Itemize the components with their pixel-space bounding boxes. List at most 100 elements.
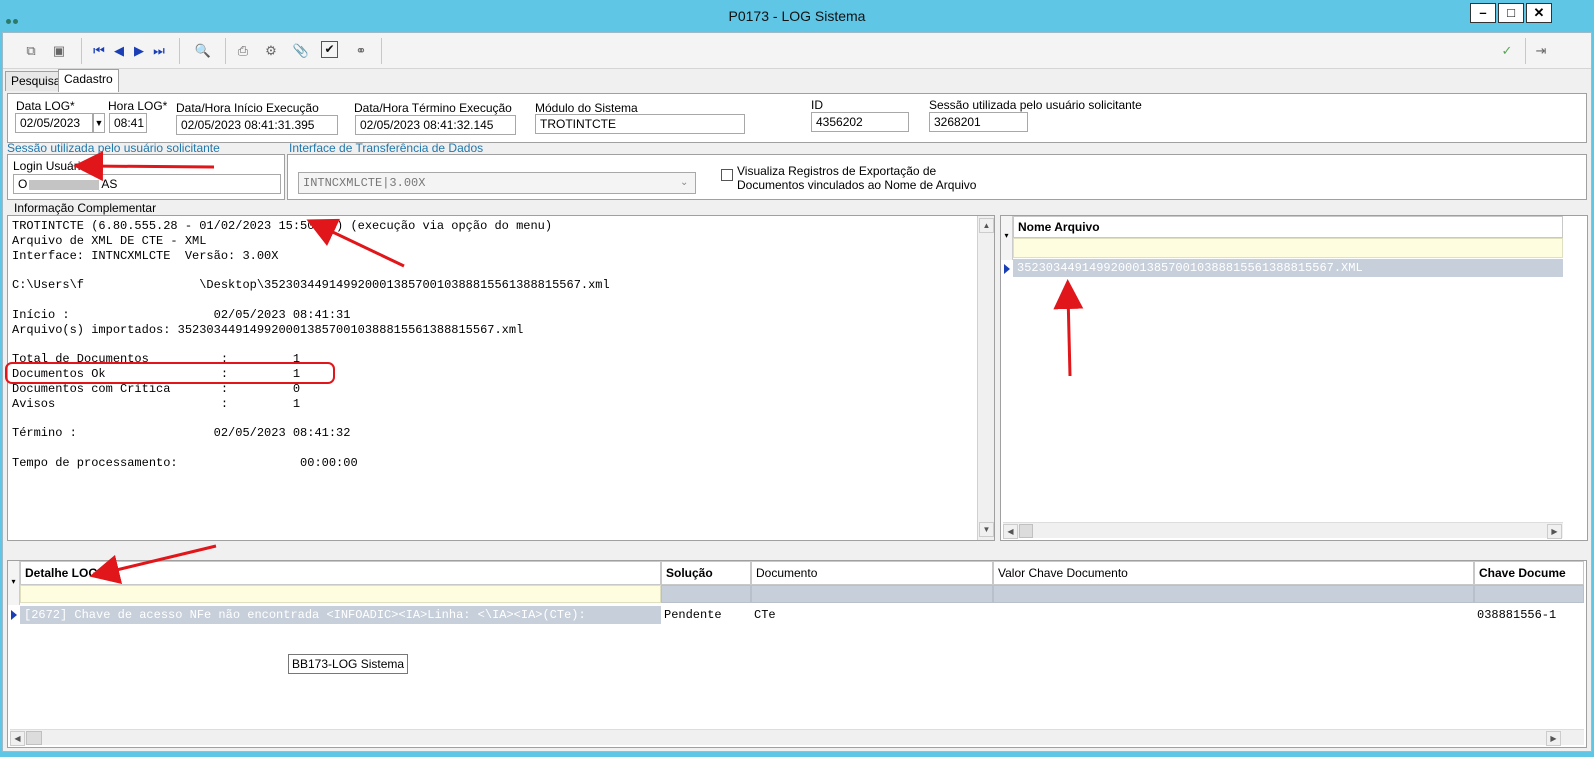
scroll-thumb[interactable] [26,731,42,745]
confirm-icon[interactable]: ✓ [1497,41,1517,61]
header-solucao[interactable]: Solução [661,561,751,585]
info-group-title: Informação Complementar [12,201,159,215]
last-record-icon[interactable]: ⏭ [149,41,169,61]
info-line: Total de Documentos : 1 [12,352,301,367]
id-input[interactable]: 4356202 [811,112,909,132]
modulo-label: Módulo do Sistema [535,101,638,115]
info-line: Arquivo(s) importados: 35230344914992000… [12,322,524,337]
toolbar-separator [179,38,180,64]
first-record-icon[interactable]: ⏮ [89,41,109,61]
print-icon[interactable]: ⎙ [233,41,253,61]
interface-select[interactable]: INTNCXMLCTE|3.00X [298,172,696,194]
tab-cadastro[interactable]: Cadastro [58,69,119,92]
login-prefix: O [18,177,28,191]
info-line: Interface: INTNCXMLCTE Versão: 3.00X [12,248,279,263]
session-group-title: Sessão utilizada pelo usuário solicitant… [7,141,220,155]
filter-detalhe[interactable] [20,585,661,603]
grid-options-icon[interactable]: ▾ [1001,216,1013,260]
hora-log-label: Hora LOG* [108,99,168,113]
header-documento[interactable]: Documento [751,561,993,585]
log-row-chave[interactable]: 038881556-1 [1474,606,1584,624]
scroll-left-icon[interactable]: ◀ [10,731,25,746]
link-icon[interactable]: ⚭ [349,41,373,61]
previous-record-icon[interactable]: ◀ [109,41,129,61]
minimize-button[interactable]: – [1470,3,1496,23]
file-grid: ▾ Nome Arquivo 3523034491499200013857001… [1000,215,1588,541]
info-line: TROTINTCTE (6.80.555.28 - 01/02/2023 15:… [12,219,553,233]
toolbar-separator [381,38,382,64]
scroll-right-icon[interactable]: ▶ [1547,524,1562,539]
scroll-left-icon[interactable]: ◀ [1003,524,1018,539]
toolbar-separator [225,38,226,64]
row-indicator-icon [11,610,17,620]
log-row-detalhe[interactable]: [2672] Chave de acesso NFe não encontrad… [20,606,661,624]
save-icon[interactable]: ▣ [49,41,69,61]
info-line: Tempo de processamento: 00:00:00 [12,455,358,470]
modulo-input[interactable]: TROTINTCTE [535,114,745,134]
info-line: C:\Users\f \Desktop\35230344914992000138… [12,278,610,293]
log-row-solucao[interactable]: Pendente [661,606,751,624]
info-line: Documentos com Crítica : 0 [12,381,301,396]
info-vertical-scrollbar[interactable]: ▲ ▼ [977,216,994,540]
header-chave-documento[interactable]: Chave Docume [1474,561,1584,585]
log-row-documento[interactable]: CTe [751,606,993,624]
sessao-label: Sessão utilizada pelo usuário solicitant… [929,98,1142,112]
copy-icon[interactable]: ⧉ [21,41,41,61]
header-detalhe-log[interactable]: Detalhe LOG [20,561,661,585]
hora-log-input[interactable]: 08:41 [109,113,147,133]
filter-solucao[interactable] [661,585,751,603]
login-usuario-label: Login Usuário [13,159,88,173]
info-textarea[interactable]: TROTINTCTE (6.80.555.28 - 01/02/2023 15:… [7,215,995,541]
termino-label: Data/Hora Término Execução [354,101,512,115]
data-log-input[interactable]: 02/05/2023 [15,113,93,133]
interface-group-title: Interface de Transferência de Dados [289,141,484,155]
login-usuario-input[interactable]: O AS [13,174,281,194]
gear-icon[interactable]: ⚙ [261,41,281,61]
log-grid: ▾ Detalhe LOG Solução Documento Valor Ch… [7,560,1587,748]
maximize-button[interactable]: □ [1498,3,1524,23]
info-line: Documentos Ok : 1 [12,367,301,381]
toolbar: ⧉ ▣ ⏮ ◀ ▶ ⏭ 🔍 ⎙ ⚙ 📎 ✔ ⚭ ✓ ⇥ [3,33,1591,69]
filter-valor-chave[interactable] [993,585,1474,603]
header-valor-chave[interactable]: Valor Chave Documento [993,561,1474,585]
file-grid-header[interactable]: Nome Arquivo [1013,216,1563,238]
info-line: Término : 02/05/2023 08:41:32 [12,426,351,441]
checkbox-label-line-1: Visualiza Registros de Exportação de [737,164,937,178]
close-button[interactable]: ✕ [1526,3,1552,23]
filter-documento[interactable] [751,585,993,603]
scroll-thumb[interactable] [1019,524,1033,538]
next-record-icon[interactable]: ▶ [129,41,149,61]
row-indicator-icon [1004,264,1010,274]
grid-options-icon[interactable]: ▾ [8,561,20,605]
checklist-icon[interactable]: ✔ [321,41,338,58]
data-log-label: Data LOG* [16,99,75,113]
export-records-checkbox[interactable] [721,169,733,181]
date-dropdown-icon[interactable]: ▼ [93,113,105,133]
toolbar-separator [1525,38,1526,64]
file-grid-filter-row[interactable] [1013,238,1563,258]
file-grid-row[interactable]: 3523034491499200013857001038881556138881… [1013,259,1563,277]
scroll-right-icon[interactable]: ▶ [1546,731,1561,746]
search-binoculars-icon[interactable]: 🔍 [191,41,215,61]
chevron-down-icon[interactable]: ⌄ [680,177,688,188]
login-suffix: AS [101,177,118,191]
exit-icon[interactable]: ⇥ [1531,41,1551,61]
scroll-up-icon[interactable]: ▲ [979,218,994,233]
log-grid-horizontal-scrollbar[interactable]: ◀ ▶ [10,729,1584,746]
inicio-label: Data/Hora Início Execução [176,101,319,115]
file-grid-horizontal-scrollbar[interactable]: ◀ ▶ [1003,522,1563,539]
window-title: P0173 - LOG Sistema [728,8,866,24]
sessao-input[interactable]: 3268201 [929,112,1028,132]
filter-chave[interactable] [1474,585,1584,603]
attachment-icon[interactable]: 📎 [291,41,311,61]
scroll-down-icon[interactable]: ▼ [979,522,994,537]
session-group: Login Usuário O AS [7,154,285,200]
info-line: Avisos : 1 [12,396,301,411]
info-line: Início : 02/05/2023 08:41:31 [12,307,351,322]
info-line: Arquivo de XML DE CTE - XML [12,233,207,248]
main-window: ⧉ ▣ ⏮ ◀ ▶ ⏭ 🔍 ⎙ ⚙ 📎 ✔ ⚭ ✓ ⇥ Pesquisa Cad… [2,32,1592,752]
id-label: ID [811,98,823,112]
inicio-input[interactable]: 02/05/2023 08:41:31.395 [176,115,338,135]
termino-input[interactable]: 02/05/2023 08:41:32.145 [355,115,516,135]
interface-group: INTNCXMLCTE|3.00X ⌄ Visualiza Registros … [287,154,1587,200]
